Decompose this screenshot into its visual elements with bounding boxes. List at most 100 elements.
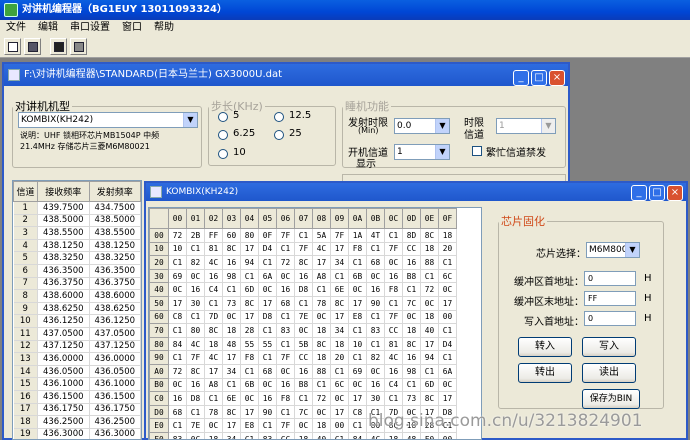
hex-cell[interactable]: 0C xyxy=(420,296,439,311)
hex-cell[interactable]: C1 xyxy=(384,296,403,311)
hex-cell[interactable]: 17 xyxy=(222,418,241,433)
hex-col-header[interactable]: 05 xyxy=(258,208,277,229)
hex-cell[interactable]: C1 xyxy=(258,255,277,270)
hex-cell[interactable]: 6D xyxy=(420,378,439,393)
channel-cell[interactable]: 10 xyxy=(13,314,38,328)
hex-cell[interactable]: C1 xyxy=(438,350,457,365)
hex-cell[interactable]: 7F xyxy=(186,350,205,365)
hex-cell[interactable]: 17 xyxy=(240,405,259,420)
hex-cell[interactable]: C1 xyxy=(276,337,295,352)
hex-col-header[interactable]: 06 xyxy=(276,208,295,229)
hex-col-header[interactable]: 08 xyxy=(312,208,331,229)
hex-cell[interactable]: 8C xyxy=(186,364,205,379)
table-row[interactable]: 5 438.3250 438.3250 xyxy=(13,251,141,265)
hex-cell[interactable]: 4C xyxy=(384,350,403,365)
hex-cell[interactable]: F8 xyxy=(240,350,259,365)
hex-cell[interactable]: 10 xyxy=(348,337,367,352)
rx-freq-cell[interactable]: 436.0000 xyxy=(37,352,90,366)
hex-cell[interactable]: 69 xyxy=(348,364,367,379)
hex-cell[interactable]: C8 xyxy=(348,405,367,420)
hex-cell[interactable]: 6A xyxy=(258,269,277,284)
hex-cell[interactable]: 8C xyxy=(420,228,439,243)
hex-row-address[interactable]: 10 xyxy=(149,241,169,257)
menu-file[interactable]: 文件 xyxy=(0,20,32,36)
menu-window[interactable]: 窗口 xyxy=(116,20,148,36)
save-button[interactable] xyxy=(24,38,41,55)
hex-cell[interactable]: C1 xyxy=(294,391,313,406)
hex-cell[interactable]: 0C xyxy=(366,364,385,379)
hex-cell[interactable]: 0C xyxy=(240,391,259,406)
hex-cell[interactable]: 7F xyxy=(384,310,403,325)
hex-cell[interactable]: 4T xyxy=(366,228,385,243)
hex-cell[interactable]: 0C xyxy=(312,405,331,420)
hex-cell[interactable]: 72 xyxy=(420,282,439,297)
hex-cell[interactable]: 55 xyxy=(240,337,259,352)
hex-col-header[interactable]: 01 xyxy=(186,208,205,229)
tx-freq-cell[interactable]: 436.1250 xyxy=(89,314,141,328)
hex-cell[interactable]: 0C xyxy=(168,378,187,393)
hex-cell[interactable]: 34 xyxy=(330,255,349,270)
hex-cell[interactable]: 6C xyxy=(438,269,457,284)
hex-cell[interactable]: 16 xyxy=(186,282,205,297)
hex-cell[interactable]: 68 xyxy=(366,255,385,270)
maximize-button[interactable]: □ xyxy=(649,185,665,201)
hex-cell[interactable]: 00 xyxy=(438,310,457,325)
menu-serial[interactable]: 串口设置 xyxy=(64,20,116,36)
table-row[interactable]: 10 436.1250 436.1250 xyxy=(13,314,141,328)
hex-cell[interactable]: 0C xyxy=(186,269,205,284)
hex-cell[interactable]: C1 xyxy=(240,269,259,284)
hex-cell[interactable]: 0C xyxy=(258,282,277,297)
hex-row-address[interactable]: B0 xyxy=(149,377,169,393)
hex-cell[interactable]: 16 xyxy=(222,255,241,270)
hex-cell[interactable]: CC xyxy=(276,432,295,439)
hex-cell[interactable]: C1 xyxy=(240,432,259,439)
hex-cell[interactable]: C1 xyxy=(402,282,421,297)
channel-cell[interactable]: 9 xyxy=(13,302,38,316)
rx-freq-cell[interactable]: 438.5500 xyxy=(37,226,90,240)
hex-row-address[interactable]: A0 xyxy=(149,363,169,379)
hex-cell[interactable]: 0C xyxy=(402,310,421,325)
rx-freq-cell[interactable]: 437.0500 xyxy=(37,327,90,341)
hex-cell[interactable]: C1 xyxy=(402,378,421,393)
hex-cell[interactable]: 7E xyxy=(186,418,205,433)
hex-cell[interactable]: C1 xyxy=(204,391,223,406)
read-in-button[interactable]: 转入 xyxy=(518,337,572,357)
hex-cell[interactable]: 8C xyxy=(402,337,421,352)
rx-freq-cell[interactable]: 438.5000 xyxy=(37,214,90,228)
hex-cell[interactable]: 8C xyxy=(420,391,439,406)
hex-cell[interactable]: 0C xyxy=(438,282,457,297)
hex-cell[interactable]: 16 xyxy=(402,255,421,270)
hex-cell[interactable]: 73 xyxy=(402,391,421,406)
read-button[interactable]: 读出 xyxy=(582,363,636,383)
model-select[interactable]: KOMBIX(KH242) ▼ xyxy=(18,112,198,128)
hex-cell[interactable]: C1 xyxy=(420,364,439,379)
hex-cell[interactable]: 00 xyxy=(438,432,457,439)
hex-cell[interactable]: 0F xyxy=(258,228,277,243)
write-button[interactable]: 写入 xyxy=(582,337,636,357)
hex-cell[interactable]: 0C xyxy=(294,418,313,433)
hex-cell[interactable]: C1 xyxy=(330,364,349,379)
hex-cell[interactable]: 4C xyxy=(204,255,223,270)
hex-cell[interactable]: 16 xyxy=(384,364,403,379)
hex-cell[interactable]: 28 xyxy=(240,323,259,338)
step-radio-6-25[interactable] xyxy=(218,130,228,140)
hex-cell[interactable]: 17 xyxy=(240,242,259,257)
hex-cell[interactable]: 0C xyxy=(276,364,295,379)
hex-cell[interactable]: C1 xyxy=(222,378,241,393)
hex-cell[interactable]: 48 xyxy=(222,337,241,352)
channel-cell[interactable]: 5 xyxy=(13,251,38,265)
hex-cell[interactable]: 94 xyxy=(240,255,259,270)
hex-cell[interactable]: 18 xyxy=(312,418,331,433)
tx-freq-cell[interactable]: 436.2500 xyxy=(89,415,141,429)
hex-cell[interactable]: 72 xyxy=(276,255,295,270)
hex-cell[interactable]: 18 xyxy=(402,323,421,338)
hex-col-header[interactable]: 0D xyxy=(402,208,421,229)
hex-cell[interactable]: 7F xyxy=(294,242,313,257)
rx-freq-cell[interactable]: 436.2500 xyxy=(37,415,90,429)
hex-cell[interactable]: 16 xyxy=(276,282,295,297)
channel-cell[interactable]: 13 xyxy=(13,352,38,366)
hex-cell[interactable]: 88 xyxy=(312,364,331,379)
hex-row-address[interactable]: 60 xyxy=(149,309,169,325)
table-row[interactable]: 16 436.1500 436.1500 xyxy=(13,390,141,404)
hex-cell[interactable]: E8 xyxy=(240,418,259,433)
